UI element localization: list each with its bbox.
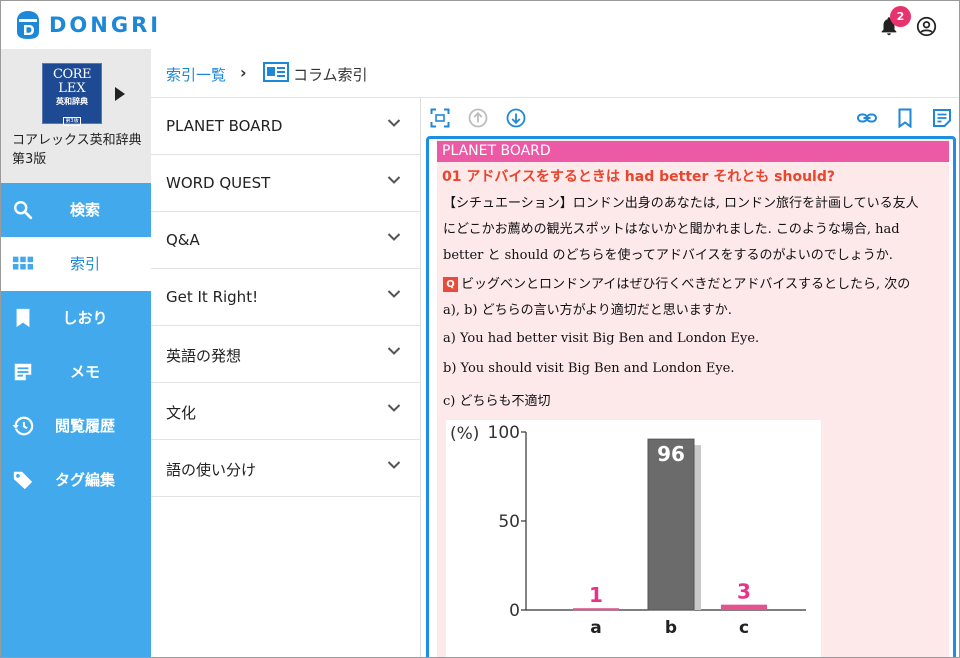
bar-value-label: 96	[657, 442, 685, 466]
top-bar: DONGRI 2	[1, 1, 959, 49]
x-tick-label: a	[590, 618, 601, 638]
column-index-icon	[263, 62, 289, 82]
link-icon[interactable]	[857, 108, 877, 128]
chevron-down-icon	[387, 290, 401, 298]
cover-subtitle: 英和辞典	[56, 97, 88, 106]
sidebar-item-label: しおり	[62, 309, 108, 327]
bookmark-icon[interactable]	[895, 108, 915, 128]
category-item-get-it-right[interactable]: Get It Right!	[151, 269, 421, 326]
sidebar-item-label: 索引	[69, 255, 100, 273]
cover-title-line2: LEX	[58, 81, 86, 96]
scroll-down-icon[interactable]	[506, 108, 526, 128]
category-item-word-usage[interactable]: 語の使い分け	[151, 440, 421, 497]
option-b: b) You should visit Big Ben and London E…	[443, 361, 735, 376]
bar-value-label: 3	[737, 580, 751, 604]
sidebar-item-search[interactable]: 検索	[1, 183, 151, 237]
breadcrumb-root-link[interactable]: 索引一覧	[166, 64, 226, 85]
chevron-down-icon	[387, 347, 401, 355]
chevron-down-icon	[387, 233, 401, 241]
y-tick-label: 100	[488, 423, 520, 443]
tag-icon	[13, 471, 33, 490]
chevron-down-icon	[387, 119, 401, 127]
play-icon[interactable]	[115, 87, 125, 101]
category-label: PLANET BOARD	[166, 117, 283, 135]
dictionary-name: コアレックス英和辞典 第3版	[12, 133, 142, 167]
chevron-down-icon	[387, 461, 401, 469]
question-mark-badge: Q	[443, 277, 458, 292]
bar-c	[721, 604, 767, 610]
dictionary-cover[interactable]: CORE LEX 英和辞典 第3版	[42, 63, 102, 126]
sidebar-item-history[interactable]: 閲覧履歴	[1, 399, 151, 453]
breadcrumb-current: コラム索引	[293, 66, 368, 84]
sidebar-item-label: タグ編集	[54, 471, 115, 489]
sidebar-item-tag-edit[interactable]: タグ編集	[1, 453, 151, 507]
survey-bar-chart: (%) 0 50 100 1 a 96 b 3 c	[446, 420, 821, 657]
memo-icon[interactable]	[932, 108, 952, 128]
cover-title-line1: CORE	[53, 67, 91, 82]
history-icon	[12, 416, 34, 436]
article-section-header: PLANET BOARD	[437, 141, 949, 162]
app-name: DONGRI	[49, 13, 162, 37]
search-icon	[14, 201, 33, 220]
category-item-qa[interactable]: Q&A	[151, 212, 421, 269]
article-title: 01 アドバイスをするときは had better それとも should?	[442, 169, 835, 185]
sidebar-item-label: 閲覧履歴	[54, 417, 115, 435]
bar-a	[573, 608, 619, 611]
category-item-english-thinking[interactable]: 英語の発想	[151, 326, 421, 383]
sidebar-item-bookmarks[interactable]: しおり	[1, 291, 151, 345]
option-a: a) You had better visit Big Ben and Lond…	[443, 331, 760, 346]
sidebar-item-label: メモ	[69, 363, 100, 381]
category-item-culture[interactable]: 文化	[151, 383, 421, 440]
category-label: WORD QUEST	[166, 174, 271, 192]
y-tick-label: 0	[509, 601, 520, 621]
dictionary-selector[interactable]: CORE LEX 英和辞典 第3版 コアレックス英和辞典 第3版	[1, 49, 151, 183]
article-viewer[interactable]: PLANET BOARD 01 アドバイスをするときは had better そ…	[426, 136, 956, 657]
x-tick-label: b	[665, 618, 677, 638]
situation-line: にどこかお薦めの観光スポットはないかと聞かれました. このような場合, had	[443, 222, 900, 237]
category-label: 語の使い分け	[166, 461, 257, 479]
category-label: Get It Right!	[166, 288, 259, 306]
situation-line: 【シチュエーション】ロンドン出身のあなたは, ロンドン旅行を計画している友人	[443, 196, 919, 211]
app-logo[interactable]: DONGRI	[15, 9, 161, 41]
account-icon[interactable]	[916, 16, 937, 37]
sidebar-item-label: 検索	[69, 201, 100, 219]
breadcrumb: 索引一覧 › コラム索引	[151, 49, 959, 98]
category-list: PLANET BOARD WORD QUEST Q&A Get It Right…	[151, 98, 421, 657]
bookmark-icon	[16, 308, 30, 328]
chevron-right-icon: ›	[240, 63, 247, 82]
question-line: a), b) どちらの言い方がより適切だと思いますか.	[443, 303, 732, 318]
article-page: PLANET BOARD 01 アドバイスをするときは had better そ…	[437, 139, 949, 657]
sidebar-item-memo[interactable]: メモ	[1, 345, 151, 399]
bar-value-label: 1	[589, 583, 603, 607]
viewer-toolbar	[422, 98, 959, 136]
category-label: 英語の発想	[166, 347, 242, 365]
fit-screen-icon[interactable]	[430, 108, 450, 128]
y-tick-label: 50	[498, 512, 520, 532]
sidebar-item-index[interactable]: 索引	[1, 237, 151, 291]
category-item-word-quest[interactable]: WORD QUEST	[151, 155, 421, 212]
chevron-down-icon	[387, 176, 401, 184]
cover-edition: 第3版	[63, 117, 81, 126]
question-line: Q ビッグベンとロンドンアイはぜひ行くべきだとアドバイスするとしたら, 次の	[443, 273, 943, 292]
dongri-logo-icon	[17, 11, 39, 39]
category-item-planet-board[interactable]: PLANET BOARD	[151, 98, 421, 155]
grid-icon	[12, 256, 34, 270]
option-c: c) どちらも不適切	[443, 394, 551, 409]
app-window: DONGRI 2 CORE LEX 英和辞典 第3版 コアレックス英和辞典 第3…	[0, 0, 960, 658]
scroll-up-icon[interactable]	[468, 108, 488, 128]
y-axis-label: (%)	[450, 424, 479, 444]
sidebar: CORE LEX 英和辞典 第3版 コアレックス英和辞典 第3版 検索 索引 し…	[1, 49, 151, 657]
category-label: Q&A	[166, 231, 200, 249]
question-text: ビッグベンとロンドンアイはぜひ行くべきだとアドバイスするとしたら, 次の	[461, 277, 911, 292]
situation-line: better と should のどちらを使ってアドバイスをするのがよいのでしょ…	[443, 248, 893, 263]
chevron-down-icon	[387, 404, 401, 412]
category-label: 文化	[166, 404, 197, 422]
notification-badge: 2	[890, 6, 911, 27]
memo-icon	[14, 363, 32, 381]
x-tick-label: c	[739, 618, 749, 638]
